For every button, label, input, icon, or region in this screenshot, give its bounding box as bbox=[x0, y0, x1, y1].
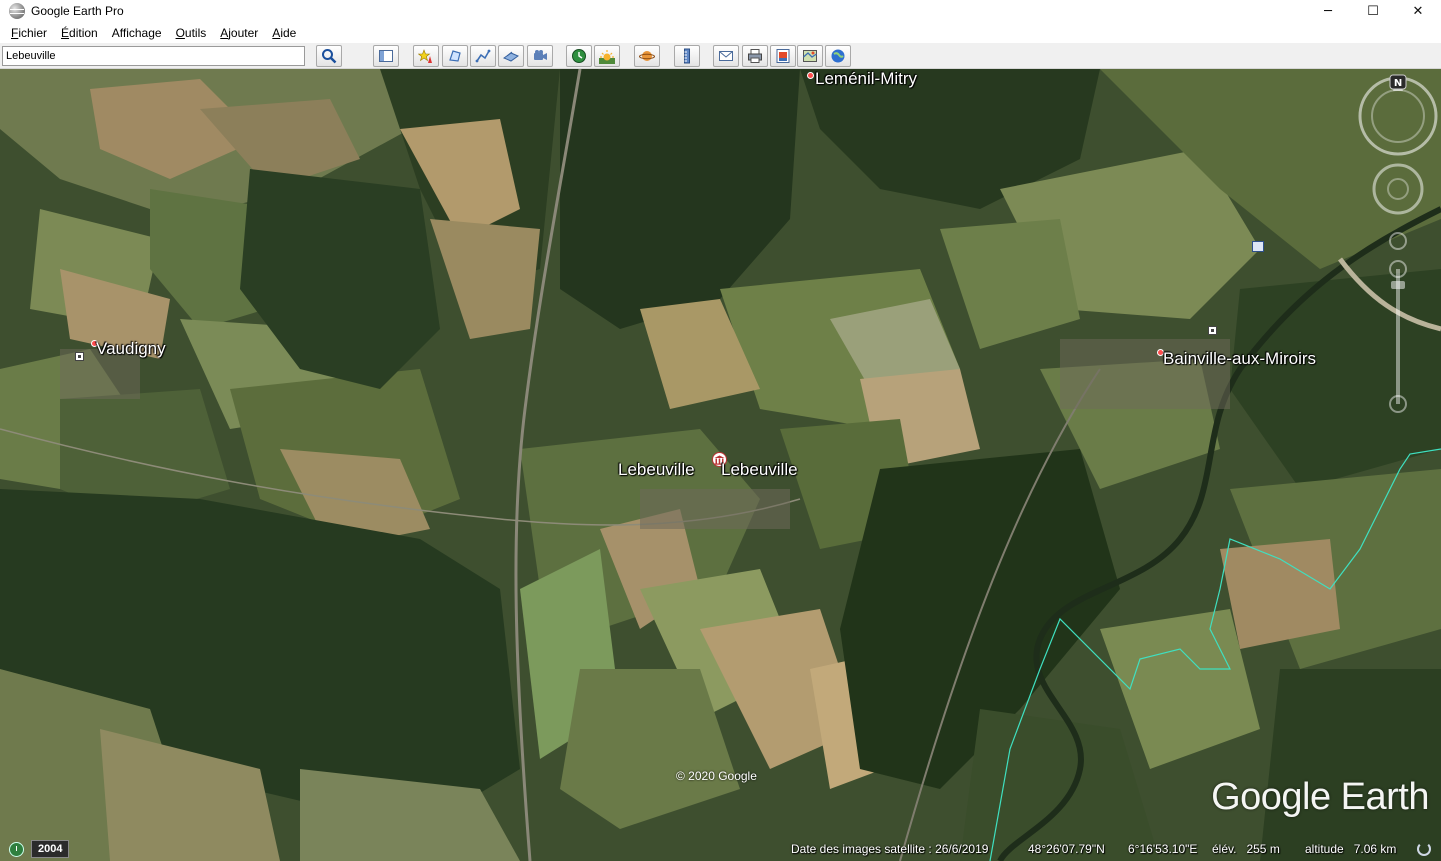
place-label-lebeuville[interactable]: Lebeuville bbox=[618, 460, 695, 480]
place-label-bainville-aux-miroirs[interactable]: Bainville-aux-Miroirs bbox=[1163, 349, 1316, 369]
switch-planet-button[interactable] bbox=[634, 45, 660, 67]
email-icon bbox=[719, 51, 733, 61]
menu-edition[interactable]: Édition bbox=[54, 26, 105, 40]
menu-edition-label: dition bbox=[69, 25, 98, 40]
place-label-lemenil-mitry[interactable]: Leménil-Mitry bbox=[815, 69, 917, 89]
add-path-icon bbox=[475, 49, 491, 63]
ruler-icon bbox=[684, 48, 690, 64]
streaming-progress-icon bbox=[1417, 842, 1431, 856]
window-title: Google Earth Pro bbox=[31, 4, 124, 18]
sunlight-icon bbox=[599, 50, 615, 64]
status-bar: 2004 Date des images satellite : 26/6/20… bbox=[0, 837, 1441, 861]
view-in-maps-icon bbox=[803, 50, 817, 62]
menu-aide[interactable]: Aide bbox=[265, 26, 303, 40]
map-view[interactable]: Leménil-Mitry Vaudigny Bainville-aux-Mir… bbox=[0, 69, 1441, 861]
menu-fichier[interactable]: Fichier bbox=[4, 26, 54, 40]
poi-marker[interactable] bbox=[1208, 326, 1217, 335]
historical-imagery-clock-icon[interactable] bbox=[9, 842, 24, 857]
menu-outils[interactable]: Outils bbox=[169, 26, 214, 40]
imagery-year-badge[interactable]: 2004 bbox=[31, 840, 70, 858]
google-earth-app-icon bbox=[9, 3, 25, 19]
email-button[interactable] bbox=[713, 45, 739, 67]
switch-planet-icon bbox=[639, 51, 655, 61]
map-copyright: © 2020 Google bbox=[676, 769, 757, 783]
add-placemark-button[interactable] bbox=[413, 45, 439, 67]
earth-gallery-icon bbox=[831, 49, 845, 63]
menu-edition-mnemonic: É bbox=[61, 25, 70, 40]
navigation-controls[interactable]: N bbox=[1351, 69, 1441, 429]
print-icon bbox=[748, 49, 762, 63]
close-button[interactable]: ✕ bbox=[1395, 0, 1441, 22]
view-in-maps-button[interactable] bbox=[797, 45, 823, 67]
menu-outils-label: utils bbox=[184, 25, 207, 40]
menu-fichier-label: ichier bbox=[18, 25, 48, 40]
menu-ajouter-label: jouter bbox=[228, 25, 259, 40]
compass-north-label: N bbox=[1394, 78, 1402, 89]
search-input[interactable] bbox=[2, 46, 305, 66]
latitude-readout: 48°26'07.79"N bbox=[1028, 842, 1105, 856]
toolbar bbox=[0, 43, 1441, 69]
search-button[interactable] bbox=[316, 45, 342, 67]
place-pin[interactable] bbox=[807, 72, 814, 79]
title-bar: Google Earth Pro ─ ☐ ✕ bbox=[0, 0, 1441, 22]
record-tour-button[interactable] bbox=[527, 45, 553, 67]
menu-aide-label: ide bbox=[280, 25, 297, 40]
sunlight-button[interactable] bbox=[594, 45, 620, 67]
menu-bar: Fichier Édition Affichage Outils Ajouter… bbox=[0, 22, 1441, 43]
add-image-overlay-button[interactable] bbox=[498, 45, 524, 67]
move-joystick-icon[interactable] bbox=[1389, 232, 1407, 250]
add-image-overlay-icon bbox=[503, 51, 519, 62]
add-polygon-button[interactable] bbox=[442, 45, 468, 67]
print-button[interactable] bbox=[742, 45, 768, 67]
imagery-date: Date des images satellite : 26/6/2019 bbox=[791, 842, 989, 856]
sidebar-toggle-button[interactable] bbox=[373, 45, 399, 67]
google-earth-watermark: Google Earth bbox=[1211, 776, 1429, 818]
look-joystick-icon[interactable] bbox=[1372, 163, 1424, 215]
historical-imagery-icon bbox=[572, 49, 586, 63]
photo-icon[interactable] bbox=[1252, 241, 1264, 252]
menu-affichage[interactable]: Affichage bbox=[105, 26, 169, 40]
add-path-button[interactable] bbox=[470, 45, 496, 67]
sidebar-toggle-icon bbox=[379, 50, 393, 62]
save-image-icon bbox=[776, 49, 790, 63]
menu-ajouter[interactable]: Ajouter bbox=[213, 26, 265, 40]
search-icon bbox=[322, 49, 337, 64]
menu-outils-mnemonic: O bbox=[175, 25, 185, 40]
add-polygon-icon bbox=[449, 50, 461, 62]
minimize-button[interactable]: ─ bbox=[1305, 0, 1351, 22]
ruler-button[interactable] bbox=[674, 45, 700, 67]
poi-marker[interactable] bbox=[75, 352, 84, 361]
longitude-readout: 6°16'53.10"E bbox=[1128, 842, 1198, 856]
altitude-readout: altitude 7.06 km bbox=[1305, 842, 1397, 856]
menu-affichage-label: Affichage bbox=[111, 25, 162, 40]
save-image-button[interactable] bbox=[770, 45, 796, 67]
add-placemark-icon bbox=[418, 49, 432, 63]
record-tour-icon bbox=[534, 50, 547, 60]
maximize-button[interactable]: ☐ bbox=[1350, 0, 1396, 22]
zoom-slider[interactable] bbox=[1389, 260, 1407, 413]
earth-gallery-button[interactable] bbox=[825, 45, 851, 67]
place-label-vaudigny[interactable]: Vaudigny bbox=[96, 339, 166, 359]
elevation-readout: élév. 255 m bbox=[1212, 842, 1280, 856]
historical-imagery-button[interactable] bbox=[566, 45, 592, 67]
place-label-lebeuville-2[interactable]: Lebeuville bbox=[721, 460, 798, 480]
